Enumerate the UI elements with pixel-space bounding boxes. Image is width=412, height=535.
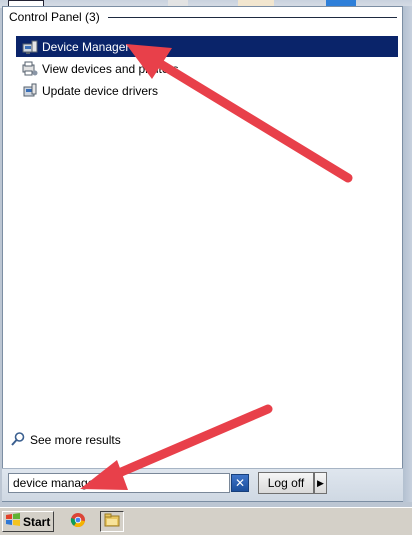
results-group-header: Control Panel (3) xyxy=(9,10,397,24)
windows-logo-icon xyxy=(5,513,21,530)
result-view-devices-printers[interactable]: View devices and printers xyxy=(16,58,398,79)
magnifier-icon xyxy=(10,431,26,450)
taskbar: Start xyxy=(0,507,412,535)
shutdown-options-arrow[interactable]: ▶ xyxy=(314,472,327,494)
chrome-taskbar-button[interactable] xyxy=(66,511,90,532)
device-manager-icon xyxy=(22,39,38,55)
result-label: Device Manager xyxy=(42,39,130,54)
log-off-button[interactable]: Log off xyxy=(258,472,314,494)
see-more-results-link[interactable]: See more results xyxy=(10,431,121,450)
device-drivers-icon xyxy=(22,83,38,99)
group-header-title: Control Panel (3) xyxy=(9,10,100,24)
devices-printers-icon xyxy=(22,61,38,77)
search-input[interactable]: device manager xyxy=(8,473,230,493)
group-header-divider xyxy=(107,17,397,18)
result-update-device-drivers[interactable]: Update device drivers xyxy=(16,80,398,101)
explorer-taskbar-button[interactable] xyxy=(100,511,124,532)
search-bar-row: device manager ✕ Log off ▶ xyxy=(2,468,403,501)
start-label: Start xyxy=(23,514,51,529)
start-button[interactable]: Start xyxy=(2,511,54,532)
start-menu-edge xyxy=(403,6,412,502)
result-device-manager[interactable]: Device Manager xyxy=(16,36,398,57)
result-label: Update device drivers xyxy=(42,83,159,98)
result-label: View devices and printers xyxy=(42,61,179,76)
clear-search-button[interactable]: ✕ xyxy=(231,474,249,492)
chrome-icon xyxy=(70,512,86,531)
file-explorer-icon xyxy=(104,512,120,531)
see-more-label: See more results xyxy=(30,433,121,447)
